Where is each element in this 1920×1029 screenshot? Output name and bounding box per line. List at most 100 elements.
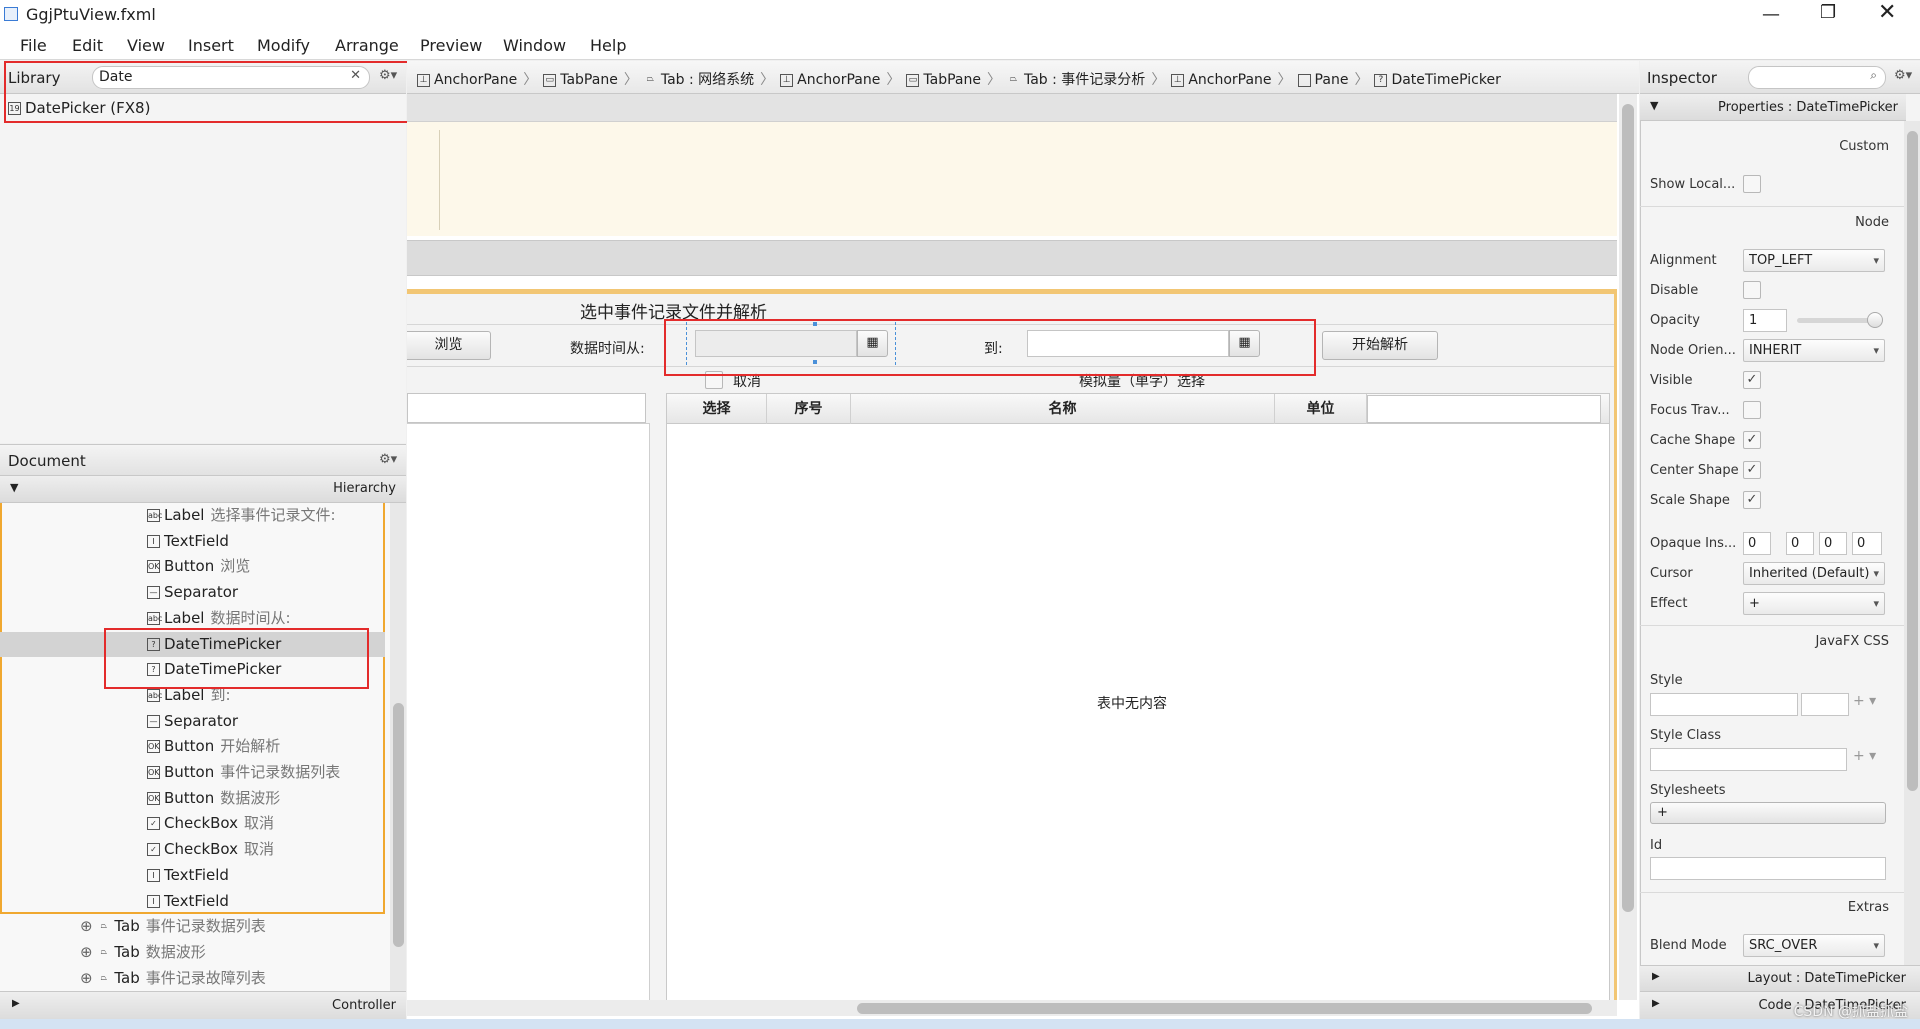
cache-shape-checkbox[interactable]: ✓ (1743, 431, 1761, 449)
cursor-combo[interactable]: Inherited (Default) (1743, 562, 1885, 585)
breadcrumb-item[interactable]: ⊥ AnchorPane (1171, 72, 1272, 88)
inspector-settings-icon[interactable]: ⚙▾ (1894, 68, 1912, 83)
show-local-checkbox[interactable] (1743, 175, 1761, 193)
controller-bar[interactable]: ▶ Controller (0, 991, 406, 1019)
hierarchy-item[interactable]: OK Button 浏览 (0, 554, 385, 579)
hierarchy-item[interactable]: — Separator (0, 580, 385, 605)
add-icon[interactable]: + ▾ (1853, 748, 1876, 764)
datetime-picker-to[interactable] (1027, 330, 1229, 357)
expand-icon[interactable]: ⊕ (80, 969, 97, 987)
breadcrumb-item[interactable]: ▭ TabPane (906, 72, 981, 88)
collapse-icon[interactable]: ▼ (10, 481, 18, 494)
restore-icon[interactable]: ❐ (1820, 2, 1836, 23)
hierarchy-item[interactable]: abc Label 选择事件记录文件: (0, 503, 385, 528)
unit-text-field[interactable] (1367, 395, 1601, 423)
menu-preview[interactable]: Preview (420, 36, 482, 55)
expand-icon[interactable]: ⊕ (80, 917, 97, 935)
node-orientation-combo[interactable]: INHERIT (1743, 339, 1885, 362)
hierarchy-item[interactable]: OK Button 数据波形 (0, 786, 385, 811)
inspector-vscrollbar[interactable] (1904, 121, 1920, 991)
scale-shape-checkbox[interactable]: ✓ (1743, 491, 1761, 509)
opaque-inset-right[interactable]: 0 (1786, 532, 1814, 555)
code-section-header[interactable]: ▶ Code : DateTimePicker CSDN @抓盐抓盐 (1640, 991, 1920, 1020)
breadcrumb-item[interactable]: ? DateTimePicker (1374, 72, 1501, 88)
hierarchy-item[interactable]: ? DateTimePicker (0, 657, 385, 682)
browse-button[interactable]: 浏览 (407, 331, 491, 360)
opaque-inset-left[interactable]: 0 (1852, 532, 1882, 555)
hierarchy-item[interactable]: I TextField (0, 529, 385, 554)
hierarchy-item[interactable]: ⊕ ⏢ Tab 事件记录故障列表 (0, 966, 385, 991)
canvas-hscrollbar[interactable] (407, 1000, 1617, 1016)
clear-search-icon[interactable]: ✕ (350, 68, 361, 83)
blend-mode-combo[interactable]: SRC_OVER (1743, 934, 1885, 957)
hierarchy-item[interactable]: — Separator (0, 709, 385, 734)
opacity-slider-thumb[interactable] (1867, 312, 1883, 328)
scroll-thumb[interactable] (1907, 131, 1918, 791)
menu-window[interactable]: Window (503, 36, 566, 55)
library-settings-icon[interactable]: ⚙▾ (379, 68, 397, 83)
minimize-icon[interactable]: — (1762, 4, 1780, 25)
hierarchy-item[interactable]: ⊕ ⏢ Tab 事件记录数据列表 (0, 914, 385, 939)
canvas-vscrollbar[interactable] (1619, 94, 1637, 1000)
hierarchy-header[interactable]: ▼ Hierarchy (0, 476, 406, 503)
breadcrumb-item[interactable]: ▭ TabPane (543, 72, 618, 88)
id-field[interactable] (1650, 857, 1886, 880)
opaque-inset-bottom[interactable]: 0 (1819, 532, 1847, 555)
breadcrumb-item[interactable]: Pane (1297, 72, 1348, 88)
hierarchy-item[interactable]: ✓ CheckBox 取消 (0, 811, 385, 836)
breadcrumb-item[interactable]: ⏢ Tab : 事件记录分析 (1007, 72, 1145, 88)
center-shape-checkbox[interactable]: ✓ (1743, 461, 1761, 479)
breadcrumb-item[interactable]: ⏢ Tab : 网络系统 (644, 72, 754, 88)
document-settings-icon[interactable]: ⚙▾ (379, 452, 397, 467)
menu-edit[interactable]: Edit (72, 36, 103, 55)
opacity-field[interactable]: 1 (1743, 309, 1787, 332)
hierarchy-item[interactable]: ✓ CheckBox 取消 (0, 837, 385, 862)
hierarchy-item[interactable]: abc Label 到: (0, 683, 385, 708)
menu-modify[interactable]: Modify (257, 36, 310, 55)
visible-checkbox[interactable]: ✓ (1743, 371, 1761, 389)
effect-combo[interactable]: + (1743, 592, 1885, 615)
column-header[interactable]: 名称 (851, 394, 1275, 424)
start-parse-button[interactable]: 开始解析 (1322, 331, 1438, 360)
handle-icon[interactable] (813, 322, 817, 326)
hierarchy-scrollbar[interactable] (390, 503, 406, 991)
scroll-thumb[interactable] (393, 703, 404, 947)
scroll-thumb[interactable] (1622, 104, 1634, 912)
column-header[interactable]: 序号 (767, 394, 851, 424)
disable-checkbox[interactable] (1743, 281, 1761, 299)
menu-file[interactable]: File (20, 36, 47, 55)
hierarchy-item[interactable]: OK Button 事件记录数据列表 (0, 760, 385, 785)
menu-insert[interactable]: Insert (188, 36, 234, 55)
menu-arrange[interactable]: Arrange (335, 36, 399, 55)
breadcrumb-item[interactable]: ⊥ AnchorPane (780, 72, 880, 88)
scroll-thumb[interactable] (857, 1003, 1592, 1014)
calendar-button-to[interactable]: ▦ (1229, 330, 1260, 357)
inspector-search-input[interactable]: ⌕ (1748, 66, 1886, 89)
hierarchy-item[interactable]: I TextField (0, 889, 385, 914)
column-header[interactable]: 选择 (667, 394, 767, 424)
hierarchy-item[interactable]: I TextField (0, 863, 385, 888)
library-item-datepicker[interactable]: 19 DatePicker (FX8) (8, 99, 150, 117)
hierarchy-item[interactable]: OK Button 开始解析 (0, 734, 385, 759)
hierarchy-item[interactable]: ? DateTimePicker (0, 631, 385, 657)
column-header[interactable]: 单位 (1275, 394, 1367, 424)
properties-header[interactable]: ▼ Properties : DateTimePicker (1640, 94, 1906, 121)
library-search-input[interactable]: Date ✕ (92, 66, 370, 89)
focus-traversable-checkbox[interactable] (1743, 401, 1761, 419)
style-class-field[interactable] (1650, 748, 1847, 771)
add-stylesheet-button[interactable]: + (1650, 802, 1886, 824)
layout-section-header[interactable]: ▶ Layout : DateTimePicker (1640, 965, 1920, 991)
close-icon[interactable]: ✕ (1878, 0, 1896, 25)
left-text-field[interactable] (407, 393, 646, 423)
style-value-field[interactable] (1801, 693, 1849, 716)
hierarchy-item[interactable]: ⊕ ⏢ Tab 数据波形 (0, 940, 385, 965)
alignment-combo[interactable]: TOP_LEFT (1743, 249, 1885, 272)
cancel-checkbox[interactable] (705, 371, 723, 389)
add-icon[interactable]: + ▾ (1853, 693, 1876, 709)
breadcrumb-item[interactable]: ⊥ AnchorPane (417, 72, 517, 88)
hierarchy-item[interactable]: abc Label 数据时间从: (0, 606, 385, 631)
menu-view[interactable]: View (127, 36, 165, 55)
menu-help[interactable]: Help (590, 36, 626, 55)
handle-icon[interactable] (813, 360, 817, 364)
expand-icon[interactable]: ⊕ (80, 943, 97, 961)
